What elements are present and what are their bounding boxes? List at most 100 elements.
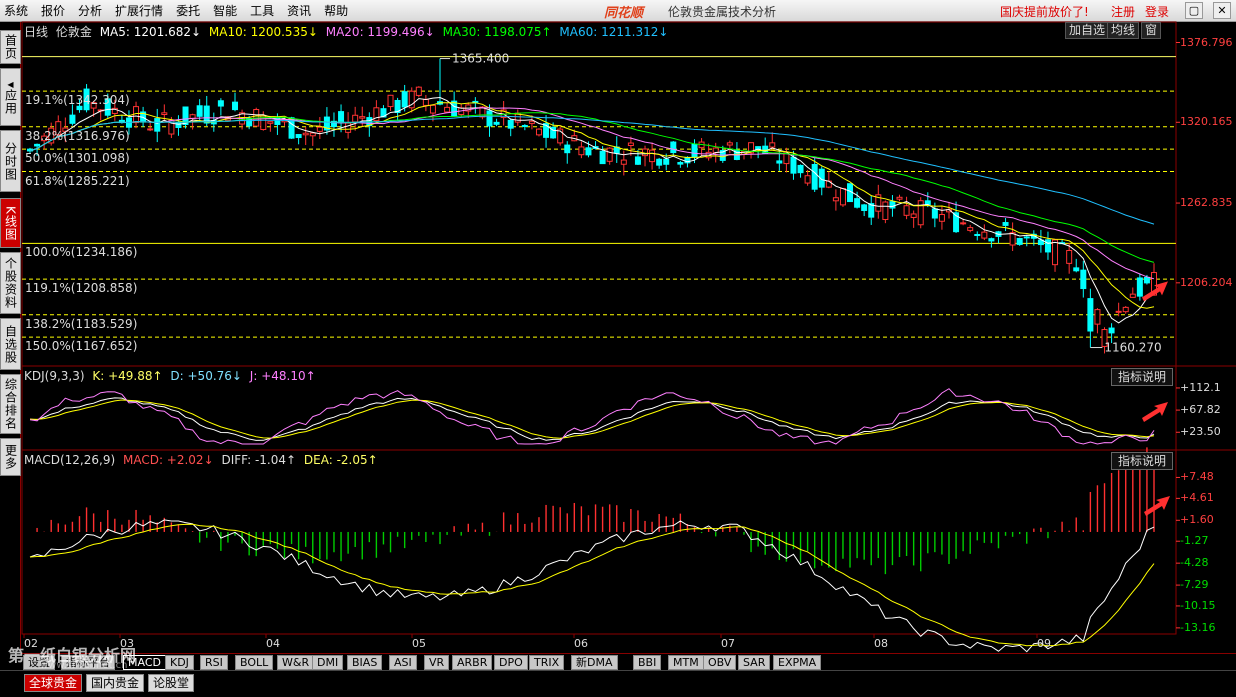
- candle-body: [521, 125, 528, 128]
- candle-body: [634, 156, 641, 165]
- macd-tick-label: +7.48: [1180, 470, 1214, 484]
- trend-arrow-icon: [1144, 496, 1170, 516]
- ma30-line: [29, 112, 1155, 263]
- candle-body: [1052, 239, 1059, 266]
- fib-label: 38.2%(1316.976): [25, 128, 130, 143]
- candle-body: [444, 106, 451, 113]
- candle-body: [1143, 276, 1150, 284]
- candle-body: [910, 213, 917, 218]
- candle-body: [302, 132, 309, 136]
- indicator-tab[interactable]: EXPMA: [773, 655, 822, 670]
- symbol-label: 伦敦金: [55, 25, 92, 39]
- candle-body: [1016, 237, 1023, 245]
- indicator-tab[interactable]: ARBR: [452, 655, 493, 670]
- candle-body: [203, 105, 210, 124]
- price-tick-label: 1376.796: [1180, 35, 1233, 49]
- indicator-tab[interactable]: OBV: [703, 655, 737, 670]
- candle-body: [790, 156, 797, 174]
- indicator-tab[interactable]: BOLL: [235, 655, 274, 670]
- indicator-tab[interactable]: SAR: [738, 655, 771, 670]
- kdj-j: J: +48.10↑: [249, 369, 316, 383]
- candle-body: [627, 142, 634, 147]
- candle-body: [133, 106, 140, 124]
- candle-body: [1044, 239, 1051, 253]
- ma-legend: 日线 伦敦金 MA5: 1201.682↓ MA10: 1200.535↓ MA…: [24, 23, 672, 40]
- macd-diff: DIFF: -1.04↑: [221, 453, 297, 467]
- candle-body: [359, 116, 366, 119]
- macd-title: MACD(12,26,9): [24, 453, 116, 467]
- candle-body: [903, 205, 910, 216]
- candle-body: [861, 204, 868, 211]
- candle-body: [338, 111, 345, 124]
- add-watchlist-button[interactable]: 加自选: [1065, 22, 1110, 39]
- candle-body: [267, 121, 274, 124]
- candle-body: [147, 128, 154, 131]
- macd-tick-label: -7.29: [1180, 578, 1209, 592]
- bottom-tab[interactable]: 论股堂: [148, 674, 195, 692]
- candle-body: [776, 160, 783, 164]
- candle-body: [1122, 306, 1129, 313]
- indicator-tab[interactable]: TRIX: [529, 655, 565, 670]
- indicator-tab[interactable]: DMI: [312, 655, 344, 670]
- indicator-tab[interactable]: 新DMA: [571, 655, 618, 670]
- kdj-help-button[interactable]: 指标说明: [1111, 368, 1174, 386]
- kdj-d: D: +50.76↓: [170, 369, 242, 383]
- candle-body: [1115, 310, 1122, 313]
- trend-arrow-icon: [1142, 402, 1168, 422]
- macd-dea: DEA: -2.05↑: [303, 453, 378, 467]
- kdj-k: K: +49.88↑: [92, 369, 163, 383]
- bottom-tab[interactable]: 国内贵金: [86, 674, 145, 692]
- candle-body: [316, 126, 323, 132]
- macd-tick-label: -1.27: [1180, 534, 1209, 548]
- indicator-tab[interactable]: BBI: [633, 655, 662, 670]
- kdj-tick-label: +23.50: [1180, 425, 1221, 439]
- candle-body: [196, 105, 203, 117]
- indicator-tab[interactable]: W&R: [277, 655, 315, 670]
- ma5-label: MA5: 1201.682↓: [99, 25, 202, 39]
- macd-legend: MACD(12,26,9) MACD: +2.02↓ DIFF: -1.04↑ …: [24, 453, 382, 467]
- ma30-label: MA30: 1198.075↑: [442, 25, 552, 39]
- indicator-tab[interactable]: DPO: [494, 655, 528, 670]
- fib-label: 50.0%(1301.098): [25, 151, 130, 166]
- candle-body: [161, 112, 168, 116]
- indicator-tab[interactable]: ASI: [389, 655, 417, 670]
- avg-line-button[interactable]: 均线: [1107, 22, 1140, 39]
- candle-body: [797, 164, 804, 174]
- macd-tick-label: +4.61: [1180, 491, 1214, 505]
- candle-body: [1066, 250, 1073, 264]
- window-button[interactable]: 窗: [1141, 22, 1162, 39]
- candle-body: [620, 159, 627, 165]
- indicator-tab[interactable]: BIAS: [347, 655, 383, 670]
- indicator-tab[interactable]: RSI: [200, 655, 228, 670]
- candle-body: [769, 142, 776, 148]
- kdj-legend: KDJ(9,3,3) K: +49.88↑ D: +50.76↓ J: +48.…: [24, 369, 320, 383]
- fib-label: 19.1%(1342.304): [25, 93, 130, 108]
- candle-body: [528, 120, 535, 124]
- candle-body: [422, 99, 429, 106]
- fib-label: 61.8%(1285.221): [25, 173, 130, 188]
- price-tick-label: 1206.204: [1180, 275, 1233, 289]
- month-label: 04: [266, 637, 280, 650]
- candle-body: [401, 91, 408, 108]
- low-annotation: 1160.270: [1104, 341, 1161, 355]
- indicator-tab[interactable]: MTM: [668, 655, 704, 670]
- indicator-tab[interactable]: KDJ: [165, 655, 194, 670]
- candle-body: [217, 100, 224, 107]
- month-label: 08: [874, 637, 888, 650]
- candle-body: [854, 198, 861, 208]
- fib-label: 119.1%(1208.858): [25, 281, 138, 296]
- fib-label: 150.0%(1167.652): [25, 339, 138, 354]
- candle-body: [649, 149, 656, 163]
- month-label: 05: [412, 637, 426, 650]
- candle-body: [967, 227, 974, 231]
- indicator-tab[interactable]: VR: [424, 655, 450, 670]
- ma60-label: MA60: 1211.312↓: [559, 25, 669, 39]
- price-tick-label: 1262.835: [1180, 196, 1233, 210]
- macd-help-button[interactable]: 指标说明: [1111, 452, 1174, 470]
- bottom-tab-bar: 全球贵金 国内贵金 论股堂: [0, 670, 1236, 697]
- candle-body: [429, 104, 436, 114]
- bottom-tab[interactable]: 全球贵金: [24, 674, 83, 692]
- high-annotation: 1365.400: [452, 52, 509, 66]
- ma10-label: MA10: 1200.535↓: [208, 25, 318, 39]
- macd-value: MACD: +2.02↓: [122, 453, 214, 467]
